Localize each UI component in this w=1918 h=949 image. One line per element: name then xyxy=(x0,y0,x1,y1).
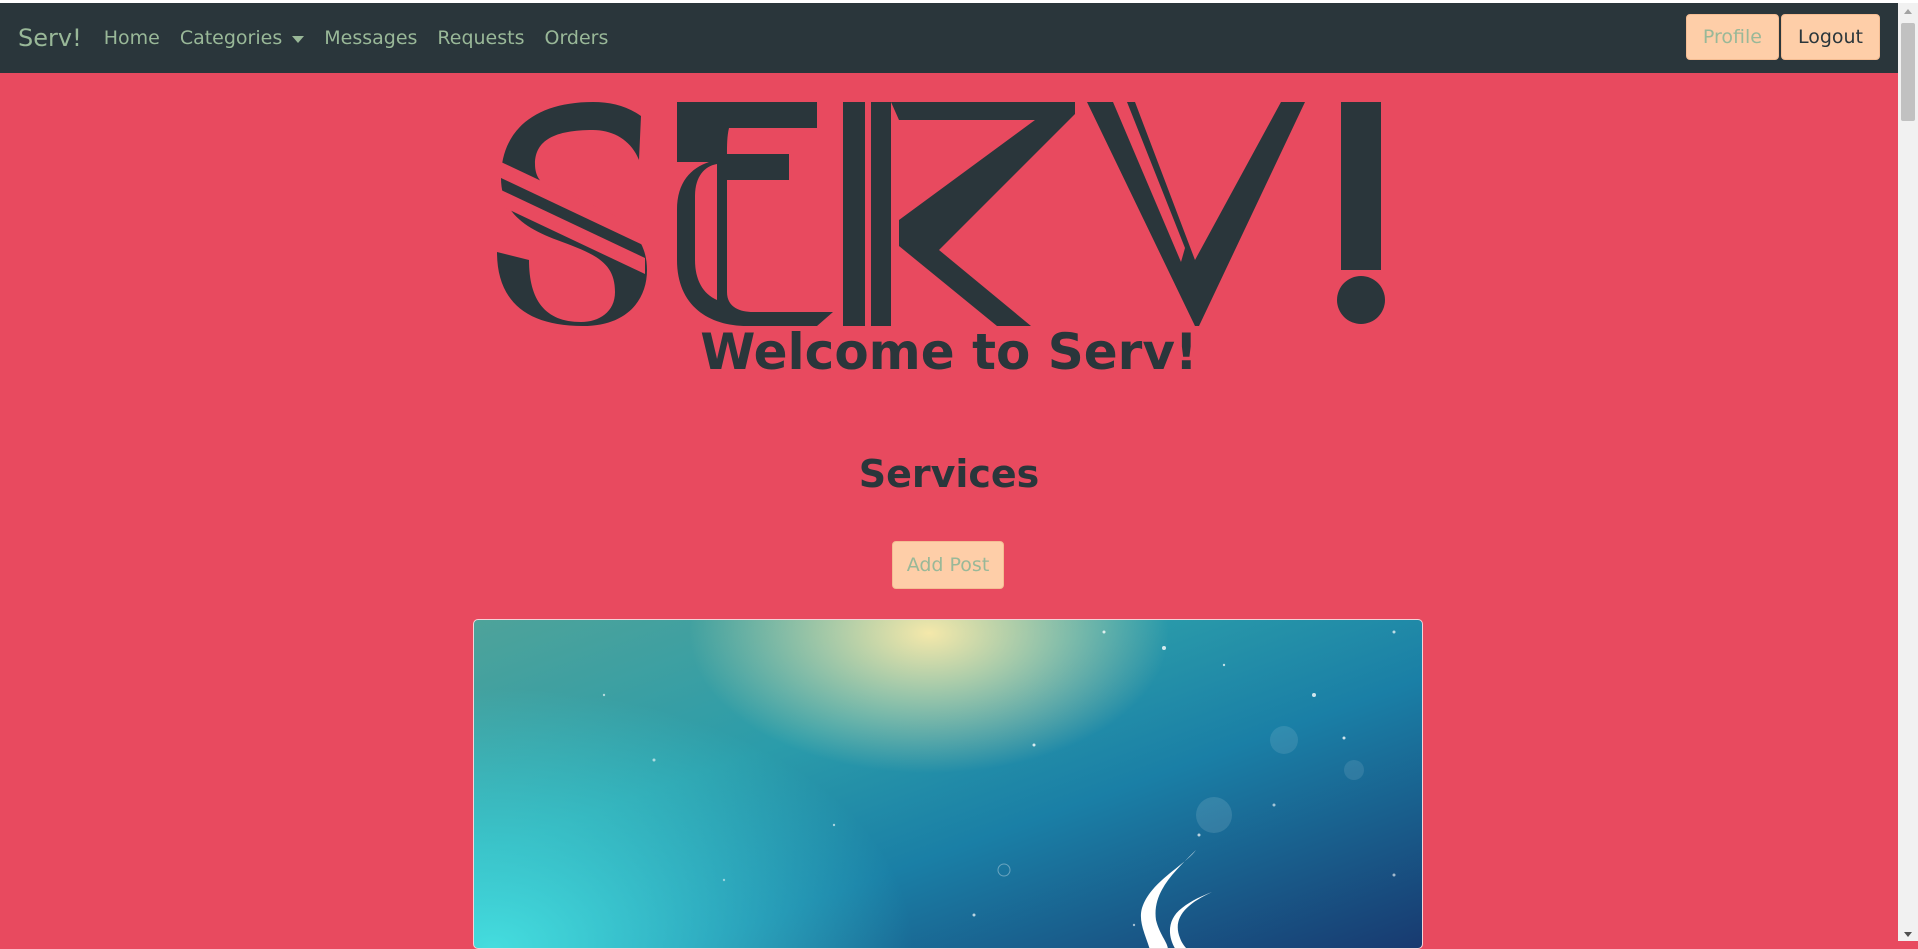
bokeh-circle xyxy=(1270,726,1298,754)
bokeh-circle xyxy=(997,863,1011,877)
nav-link-requests-label: Requests xyxy=(437,27,525,49)
logout-button[interactable]: Logout xyxy=(1780,14,1880,60)
logo-letter-e xyxy=(677,102,833,326)
scroll-up-icon[interactable] xyxy=(1904,9,1912,14)
nav-link-requests[interactable]: Requests xyxy=(427,27,534,49)
logo-letter-s xyxy=(497,102,647,326)
profile-button[interactable]: Profile xyxy=(1685,14,1779,60)
nav-link-categories[interactable]: Categories xyxy=(170,27,314,49)
services-heading: Services xyxy=(858,452,1040,496)
java-logo-icon xyxy=(1141,850,1212,948)
scroll-thumb[interactable] xyxy=(1901,23,1915,121)
serv-logo xyxy=(497,102,1385,326)
service-card-image xyxy=(602,630,1396,948)
bokeh-circle xyxy=(1196,797,1232,833)
sparkles xyxy=(602,630,1396,927)
nav-link-orders[interactable]: Orders xyxy=(535,27,619,49)
logo-letter-v xyxy=(1087,102,1305,326)
nav-link-home[interactable]: Home xyxy=(94,27,170,49)
nav-link-categories-label: Categories xyxy=(179,27,283,49)
navbar-brand[interactable]: Serv! xyxy=(18,24,82,52)
page-scrollbar[interactable] xyxy=(1898,3,1918,941)
navbar: Serv! Home Categories Messages Requests … xyxy=(0,3,1898,73)
welcome-heading: Welcome to Serv! xyxy=(700,323,1198,381)
bokeh-circle xyxy=(1344,760,1364,780)
scroll-down-icon[interactable] xyxy=(1904,932,1912,937)
logo-letter-r xyxy=(843,102,1075,326)
add-post-button[interactable]: Add Post xyxy=(892,541,1004,589)
nav-links: Home Categories Messages Requests Orders xyxy=(94,27,619,49)
nav-link-home-label: Home xyxy=(103,27,160,49)
nav-link-orders-label: Orders xyxy=(544,27,609,49)
nav-link-messages[interactable]: Messages xyxy=(314,27,427,49)
caret-down-icon xyxy=(292,35,305,43)
nav-right: Profile Logout xyxy=(1685,14,1880,60)
logo-exclamation xyxy=(1337,102,1385,324)
service-card[interactable] xyxy=(473,619,1423,949)
nav-link-messages-label: Messages xyxy=(324,27,418,49)
